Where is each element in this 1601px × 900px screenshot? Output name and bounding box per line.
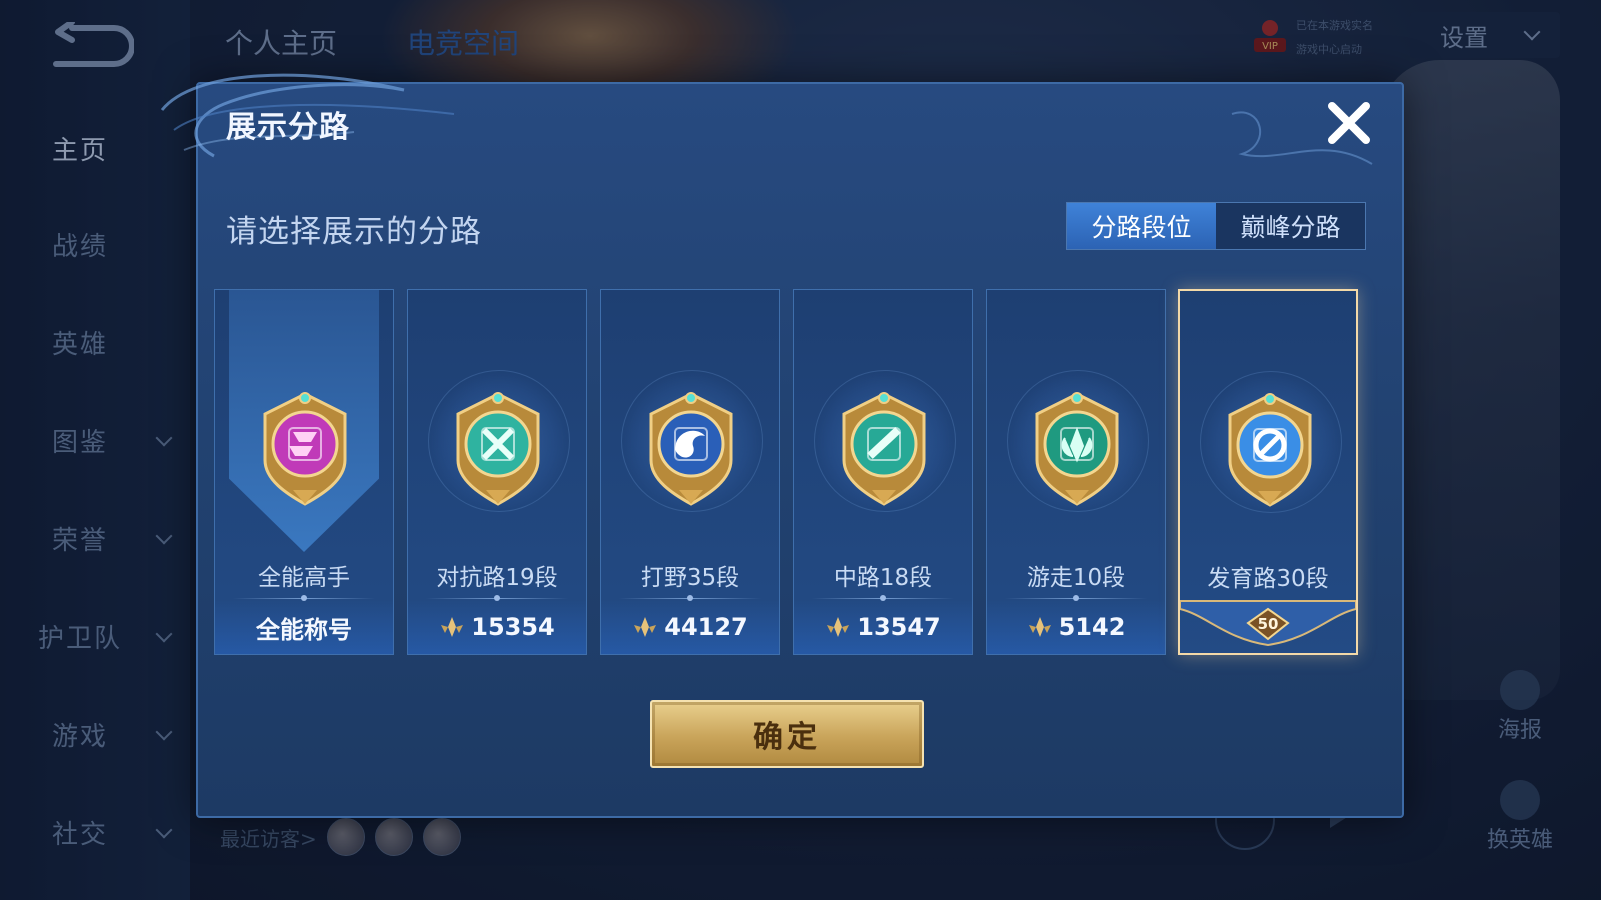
lane-card[interactable]: 游走10段 5142	[986, 289, 1166, 655]
jungle-badge-icon	[639, 390, 743, 508]
lane-footer-label: 全能称号	[256, 615, 352, 644]
divider	[1005, 595, 1147, 601]
lane-name: 对抗路19段	[436, 565, 558, 591]
dialog-title: 展示分路	[226, 110, 350, 145]
lane-name: 全能高手	[258, 565, 350, 591]
lane-score: 5142	[1058, 613, 1126, 641]
lane-card-footer: 5142	[987, 600, 1165, 654]
lane-card-list: 全能高手 全能称号 对抗路19段 15354 打野35段 44127 中路18段 13547 游…	[214, 289, 1384, 659]
rank-level-plate: 50	[1179, 595, 1357, 653]
divider	[812, 595, 954, 601]
lane-card-footer: 15354	[408, 600, 586, 654]
lane-card-footer: 全能称号	[215, 600, 393, 654]
lane-name: 中路18段	[833, 565, 933, 591]
mid-lane-badge-icon	[832, 390, 936, 508]
lane-card[interactable]: 中路18段 13547	[793, 289, 973, 655]
lane-score: 44127	[664, 613, 748, 641]
divider	[426, 595, 568, 601]
dialog-subtitle: 请选择展示的分路	[226, 214, 482, 250]
rank-level-value: 50	[1258, 615, 1279, 633]
lane-card[interactable]: 发育路30段 50	[1178, 289, 1358, 655]
lane-card-footer: 13547	[794, 600, 972, 654]
peak-score-icon	[441, 617, 464, 637]
lane-name: 发育路30段	[1207, 566, 1329, 592]
farm-lane-badge-icon	[1218, 391, 1322, 509]
clash-lane-badge-icon	[446, 390, 550, 508]
lane-name: 打野35段	[640, 565, 740, 591]
confirm-button[interactable]: 确定	[650, 700, 924, 768]
lane-card[interactable]: 全能高手 全能称号	[214, 289, 394, 655]
all-round-master-badge-icon	[253, 390, 357, 508]
lane-card[interactable]: 打野35段 44127	[600, 289, 780, 655]
lane-name: 游走10段	[1026, 565, 1126, 591]
close-icon[interactable]	[1324, 98, 1374, 148]
lane-score: 13547	[857, 613, 941, 641]
lane-score: 15354	[471, 613, 555, 641]
divider	[619, 595, 761, 601]
roam-badge-icon	[1025, 390, 1129, 508]
segment-control: 分路段位 巅峰分路	[1066, 202, 1366, 250]
segment-peak-lane[interactable]: 巅峰分路	[1216, 203, 1365, 249]
segment-lane-rank[interactable]: 分路段位	[1067, 203, 1216, 249]
lane-display-dialog: 展示分路 请选择展示的分路 分路段位 巅峰分路 全能高手 全能称号 对抗路19段 15…	[160, 73, 1404, 818]
divider	[233, 595, 375, 601]
peak-score-icon	[1028, 617, 1051, 637]
peak-score-icon	[634, 617, 657, 637]
peak-score-icon	[827, 617, 850, 637]
lane-card[interactable]: 对抗路19段 15354	[407, 289, 587, 655]
lane-card-footer: 44127	[601, 600, 779, 654]
